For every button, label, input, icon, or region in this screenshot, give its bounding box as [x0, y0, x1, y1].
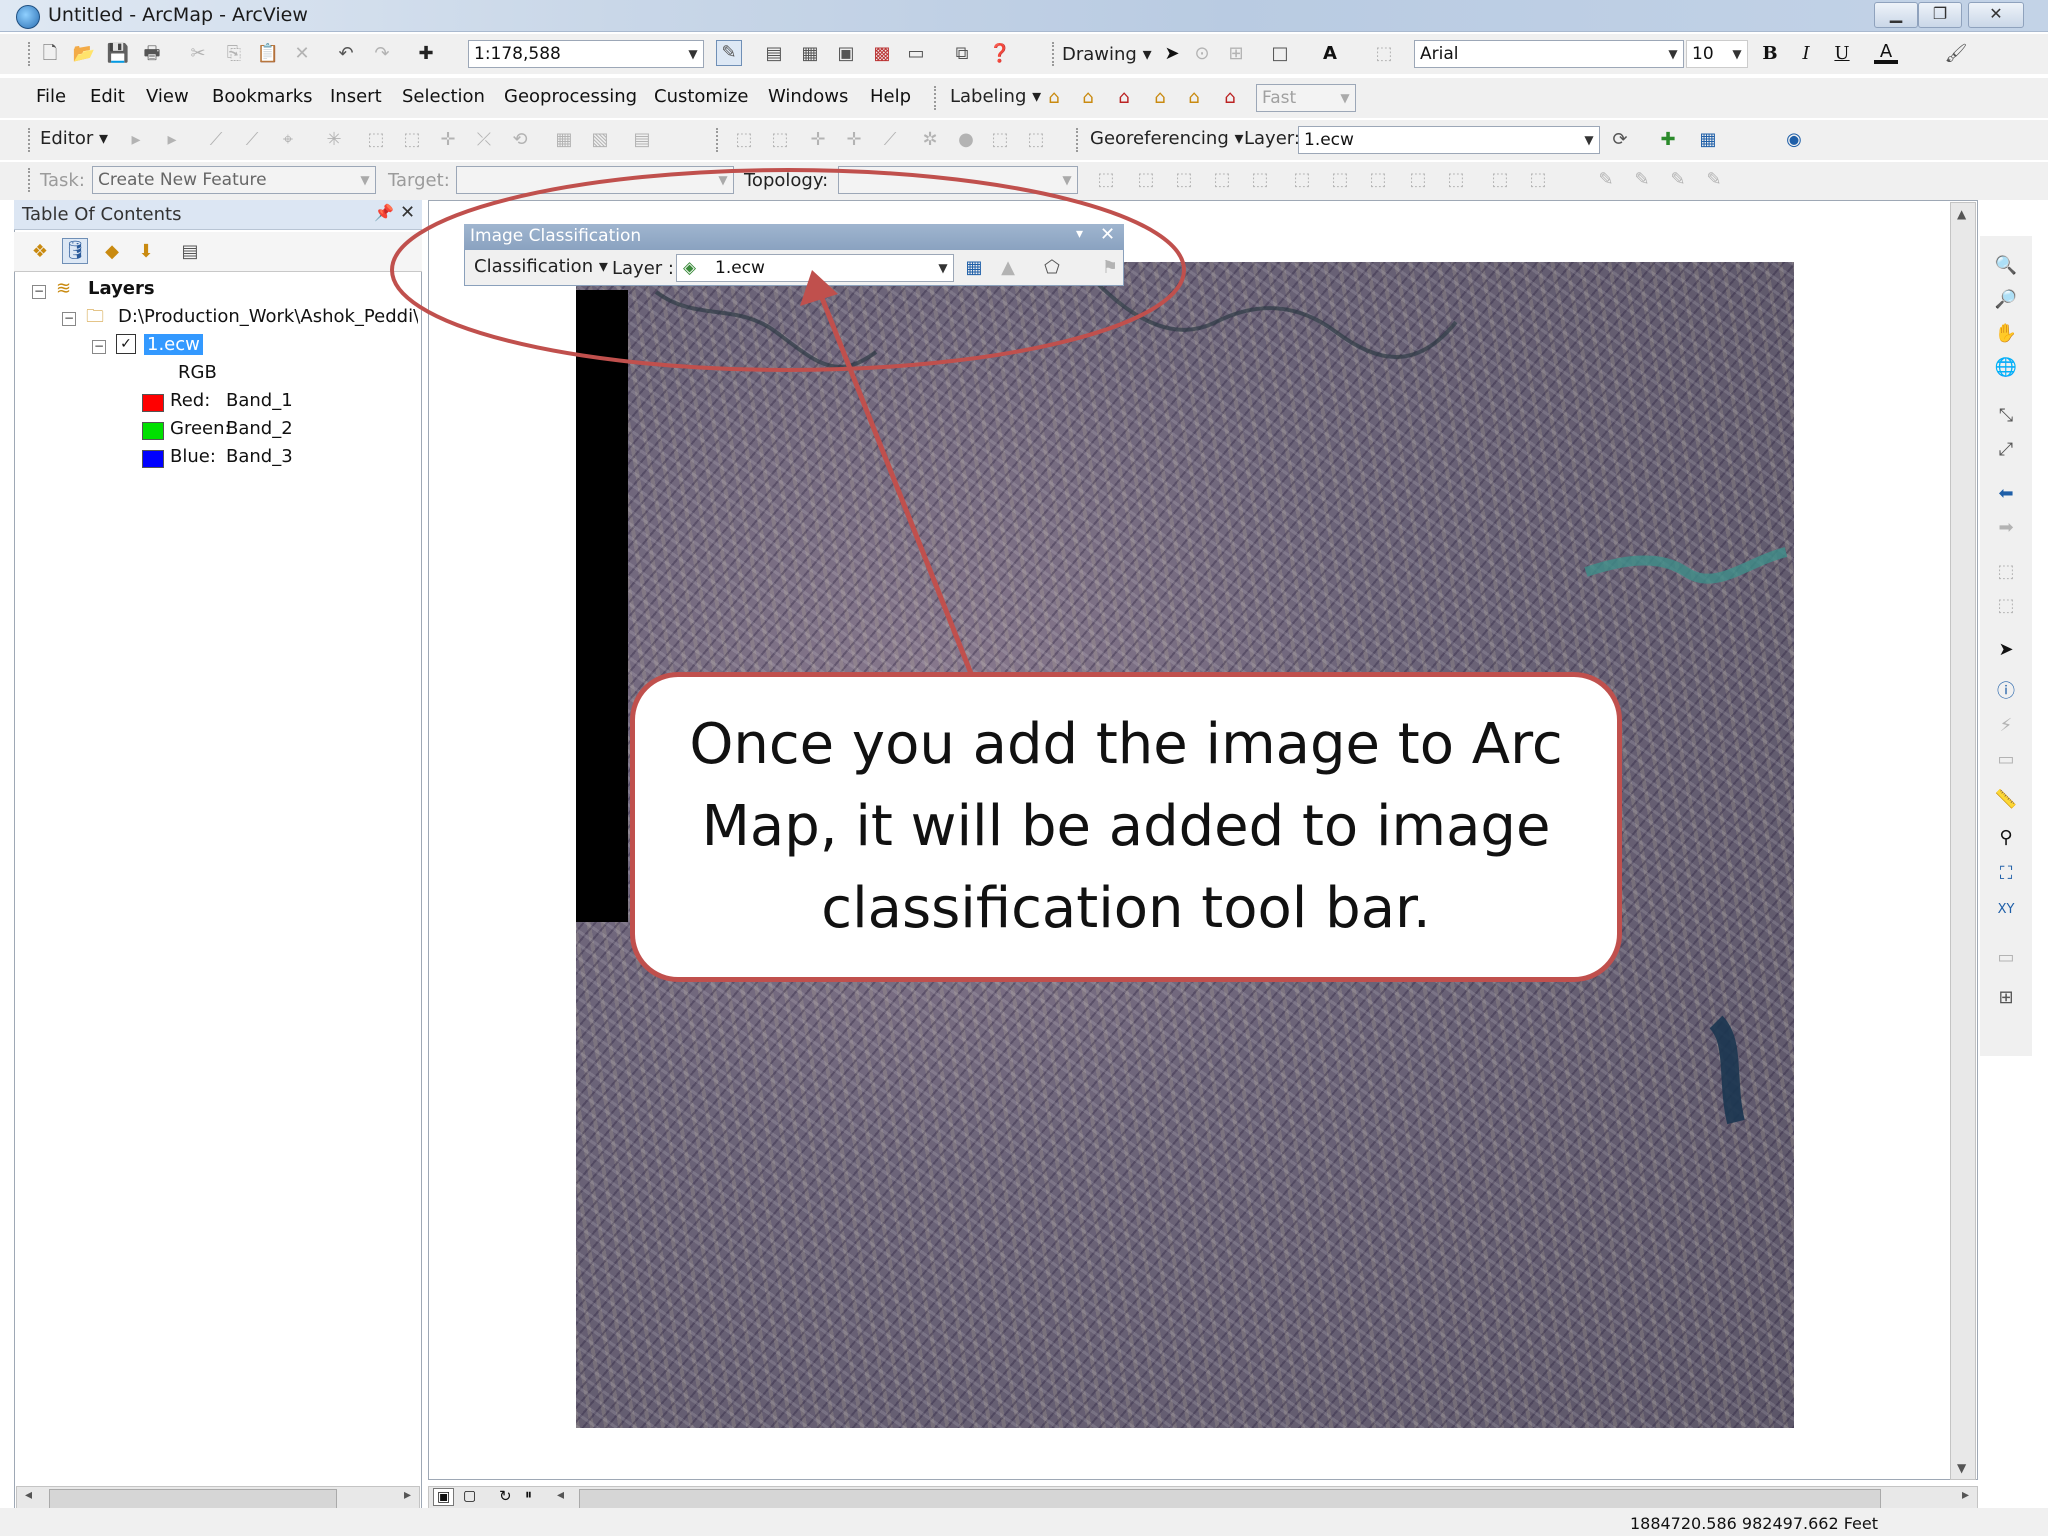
pause-drawing-icon[interactable]: ⏸ — [525, 1487, 532, 1503]
full-extent-globe-icon[interactable]: 🌐 — [1994, 356, 2018, 380]
scroll-right-icon[interactable]: ▸ — [1962, 1487, 1969, 1503]
zoom-out-icon[interactable]: 🔎 — [1994, 288, 2018, 312]
select-elements-icon[interactable]: ➤ — [1994, 638, 2018, 662]
arrow-shaft — [819, 297, 975, 677]
map-horizontal-scrollbar[interactable]: ▣ ▢ ↻ ⏸ ◂ ▸ — [428, 1486, 1978, 1510]
html-popup-icon[interactable]: ▭ — [1994, 748, 2018, 772]
back-arrow-icon[interactable]: ⬅ — [1994, 482, 2018, 506]
pan-hand-icon[interactable]: ✋ — [1994, 322, 2018, 346]
tools-toolbar: 🔍 🔎 ✋ 🌐 ⤡ ⤢ ⬅ ➡ ⬚ ⬚ ➤ ⓘ ⚡ ▭ 📏 ⚲ ⛶ XY ▭ ⊞ — [1980, 236, 2032, 1056]
forward-arrow-icon[interactable]: ➡ — [1994, 516, 2018, 540]
status-bar: 1884720.586 982497.662 Feet — [0, 1508, 2048, 1536]
zoom-in-icon[interactable]: 🔍 — [1994, 254, 2018, 278]
find-binoculars-icon[interactable]: ⚲ — [1994, 826, 2018, 850]
scroll-up-icon[interactable]: ▲ — [1957, 207, 1966, 221]
measure-icon[interactable]: 📏 — [1994, 788, 2018, 812]
scroll-down-icon[interactable]: ▼ — [1957, 1461, 1966, 1475]
identify-icon[interactable]: ⓘ — [1994, 680, 2018, 704]
create-viewer-window-icon[interactable]: ⊞ — [1994, 986, 2018, 1010]
refresh-icon[interactable]: ↻ — [499, 1487, 512, 1505]
hyperlink-icon[interactable]: ⚡ — [1994, 714, 2018, 738]
map-vertical-scrollbar[interactable]: ▲ ▼ — [1950, 202, 1976, 1480]
scroll-left-icon[interactable]: ◂ — [557, 1487, 564, 1503]
layout-view-icon[interactable]: ▢ — [463, 1488, 476, 1504]
select-features-icon[interactable]: ⬚ — [1994, 560, 2018, 584]
highlight-ellipse — [390, 168, 1186, 372]
clear-selection-icon[interactable]: ⬚ — [1994, 594, 2018, 618]
time-slider-icon[interactable]: ▭ — [1994, 946, 2018, 970]
scroll-thumb[interactable] — [579, 1489, 1881, 1509]
go-to-xy-icon[interactable]: XY — [1994, 898, 2018, 922]
fixed-zoom-in-icon[interactable]: ⤡ — [1994, 404, 2018, 428]
arrow-head — [800, 270, 838, 306]
callout-text: Once you add the image to Arc Map, it wi… — [689, 712, 1563, 941]
find-route-icon[interactable]: ⛶ — [1994, 862, 2018, 886]
callout-box: Once you add the image to Arc Map, it wi… — [630, 672, 1622, 982]
cursor-coordinates: 1884720.586 982497.662 Feet — [1629, 1514, 1878, 1533]
fixed-zoom-out-icon[interactable]: ⤢ — [1994, 438, 2018, 462]
data-view-icon[interactable]: ▣ — [433, 1488, 455, 1506]
